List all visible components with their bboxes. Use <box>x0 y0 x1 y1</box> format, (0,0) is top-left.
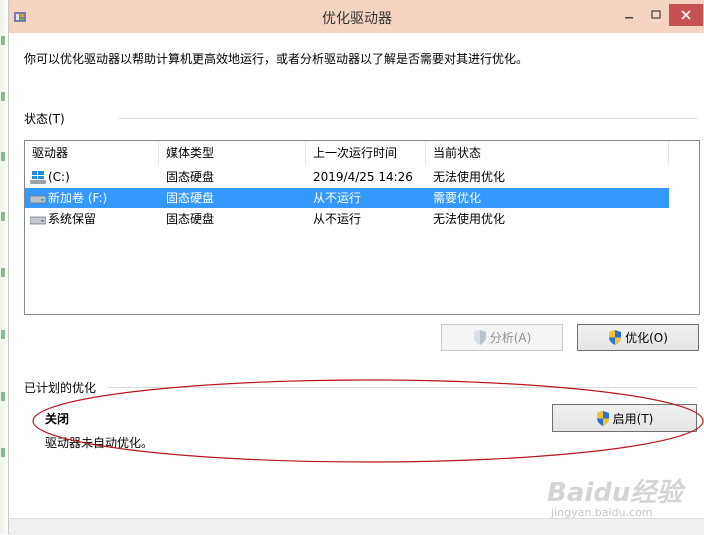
windows-drive-icon <box>30 171 46 184</box>
enable-label: 启用(T) <box>612 411 654 426</box>
drive-icon <box>30 195 46 204</box>
minimize-button[interactable] <box>616 4 642 26</box>
drive-row-system-reserved[interactable]: 系统保留 固态硬盘 从不运行 无法使用优化 <box>25 209 669 229</box>
column-header-media-type[interactable]: 媒体类型 <box>159 141 306 165</box>
minimize-icon <box>625 17 633 19</box>
analyze-label: 分析(A) <box>489 331 532 345</box>
maximize-icon <box>651 10 661 19</box>
window-title: 优化驱动器 <box>322 11 392 27</box>
watermark-url: jingyan.baidu.com <box>551 506 653 519</box>
analyze-button[interactable]: 分析(A) <box>441 324 563 351</box>
last-run-time: 2019/4/25 14:26 <box>313 170 413 184</box>
optimize-drives-window: 优化驱动器 你可以优化驱动器以帮助计算机更高效地运行，或者分析驱动器以了解是否需… <box>8 0 704 535</box>
drive-name: 系统保留 <box>48 212 97 226</box>
uac-shield-icon <box>596 410 609 426</box>
drive-row-c[interactable]: (C:) 固态硬盘 2019/4/25 14:26 无法使用优化 <box>25 167 669 187</box>
drive-name: (C:) <box>48 170 70 184</box>
optimize-label: 优化(O) <box>625 331 668 345</box>
scheduled-label: 已计划的优化 <box>24 381 97 395</box>
drive-row-f[interactable]: 新加卷 (F:) 固态硬盘 从不运行 需要优化 <box>25 188 669 208</box>
optimize-button[interactable]: 优化(O) <box>577 324 699 351</box>
schedule-description: 驱动器未自动优化。 <box>45 436 154 450</box>
schedule-status: 关闭 <box>45 412 70 426</box>
current-status: 无法使用优化 <box>433 212 506 226</box>
status-label: 状态(T) <box>24 112 65 126</box>
status-divider <box>119 118 697 119</box>
media-type: 固态硬盘 <box>166 170 215 184</box>
column-header-last-run[interactable]: 上一次运行时间 <box>306 141 426 165</box>
uac-shield-icon <box>609 330 622 345</box>
current-status: 无法使用优化 <box>433 170 506 184</box>
scheduled-divider <box>107 387 697 388</box>
last-run-time: 从不运行 <box>313 191 362 205</box>
media-type: 固态硬盘 <box>166 191 215 205</box>
drive-name: 新加卷 (F:) <box>48 191 108 205</box>
last-run-time: 从不运行 <box>313 212 362 226</box>
intro-text: 你可以优化驱动器以帮助计算机更高效地运行，或者分析驱动器以了解是否需要对其进行优… <box>24 52 529 66</box>
list-header: 驱动器 媒体类型 上一次运行时间 当前状态 <box>25 141 699 165</box>
baidu-watermark: Baidu经验 jingyan.baidu.com <box>541 468 701 528</box>
drive-icon <box>30 216 46 225</box>
column-header-drive[interactable]: 驱动器 <box>25 141 159 165</box>
watermark-brand: Baidu经验 <box>547 478 683 508</box>
close-icon <box>681 10 691 20</box>
title-bar[interactable]: 优化驱动器 <box>9 0 704 33</box>
maximize-button[interactable] <box>643 4 669 26</box>
uac-shield-icon <box>473 330 486 345</box>
column-header-current-status[interactable]: 当前状态 <box>426 141 669 165</box>
current-status: 需要优化 <box>433 191 482 205</box>
close-button[interactable] <box>669 4 703 26</box>
media-type: 固态硬盘 <box>166 212 215 226</box>
enable-schedule-button[interactable]: 启用(T) <box>552 404 697 432</box>
drive-list[interactable]: 驱动器 媒体类型 上一次运行时间 当前状态 (C:) 固态硬盘 2019/4/2… <box>24 140 700 315</box>
